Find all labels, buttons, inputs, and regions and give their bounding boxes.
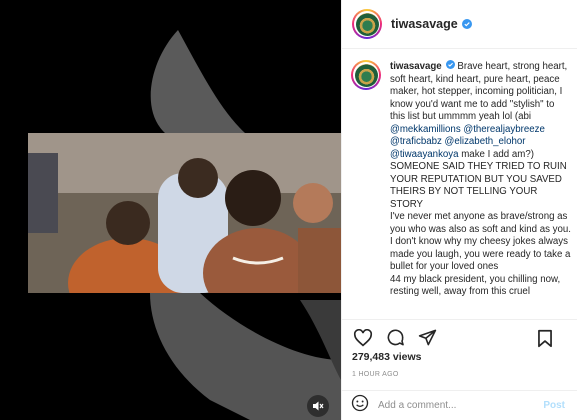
action-bar [341,319,577,355]
video-scene [28,133,341,293]
caption-verified-icon [445,60,455,69]
header-username[interactable]: tiwasavage [391,17,458,31]
post-timestamp[interactable]: 1 HOUR AGO [352,371,399,378]
mention-link[interactable]: @elizabeth_elohor [445,136,526,147]
mention-link[interactable]: @therealjaybreeze [463,124,544,135]
mention-link[interactable]: @traficbabz [390,136,442,147]
save-button[interactable] [533,326,557,350]
comment-icon [387,329,404,346]
mute-button[interactable] [307,395,329,417]
verified-badge-icon [461,19,472,29]
share-icon [418,329,436,346]
video-frame[interactable] [28,133,341,293]
share-button[interactable] [415,326,439,350]
heart-icon [353,328,373,346]
comment-button[interactable] [383,326,407,350]
avatar[interactable] [352,9,382,39]
caption-area: tiwasavage Brave heart, strong heart, so… [351,60,573,318]
emoji-icon[interactable] [351,394,369,417]
view-count[interactable]: 279,483 views [352,351,421,363]
caption-text: tiwasavage Brave heart, strong heart, so… [390,60,572,299]
mention-link[interactable]: @tiwaayankoya [390,149,459,160]
bookmark-icon [538,329,552,347]
caption-username[interactable]: tiwasavage [390,61,442,72]
caption-body-part2: make I add am?) SOMEONE SAID THEY TRIED … [390,148,571,298]
post-media[interactable] [0,0,341,420]
caption-avatar[interactable] [351,60,381,90]
mention-link[interactable]: @mekkamillions [390,124,461,135]
comment-input[interactable] [378,400,528,411]
comment-bar: Post [341,390,577,420]
mute-icon [313,401,324,411]
like-button[interactable] [351,326,375,350]
post-header: tiwasavage [342,0,577,49]
post-comment-button[interactable]: Post [543,400,565,411]
